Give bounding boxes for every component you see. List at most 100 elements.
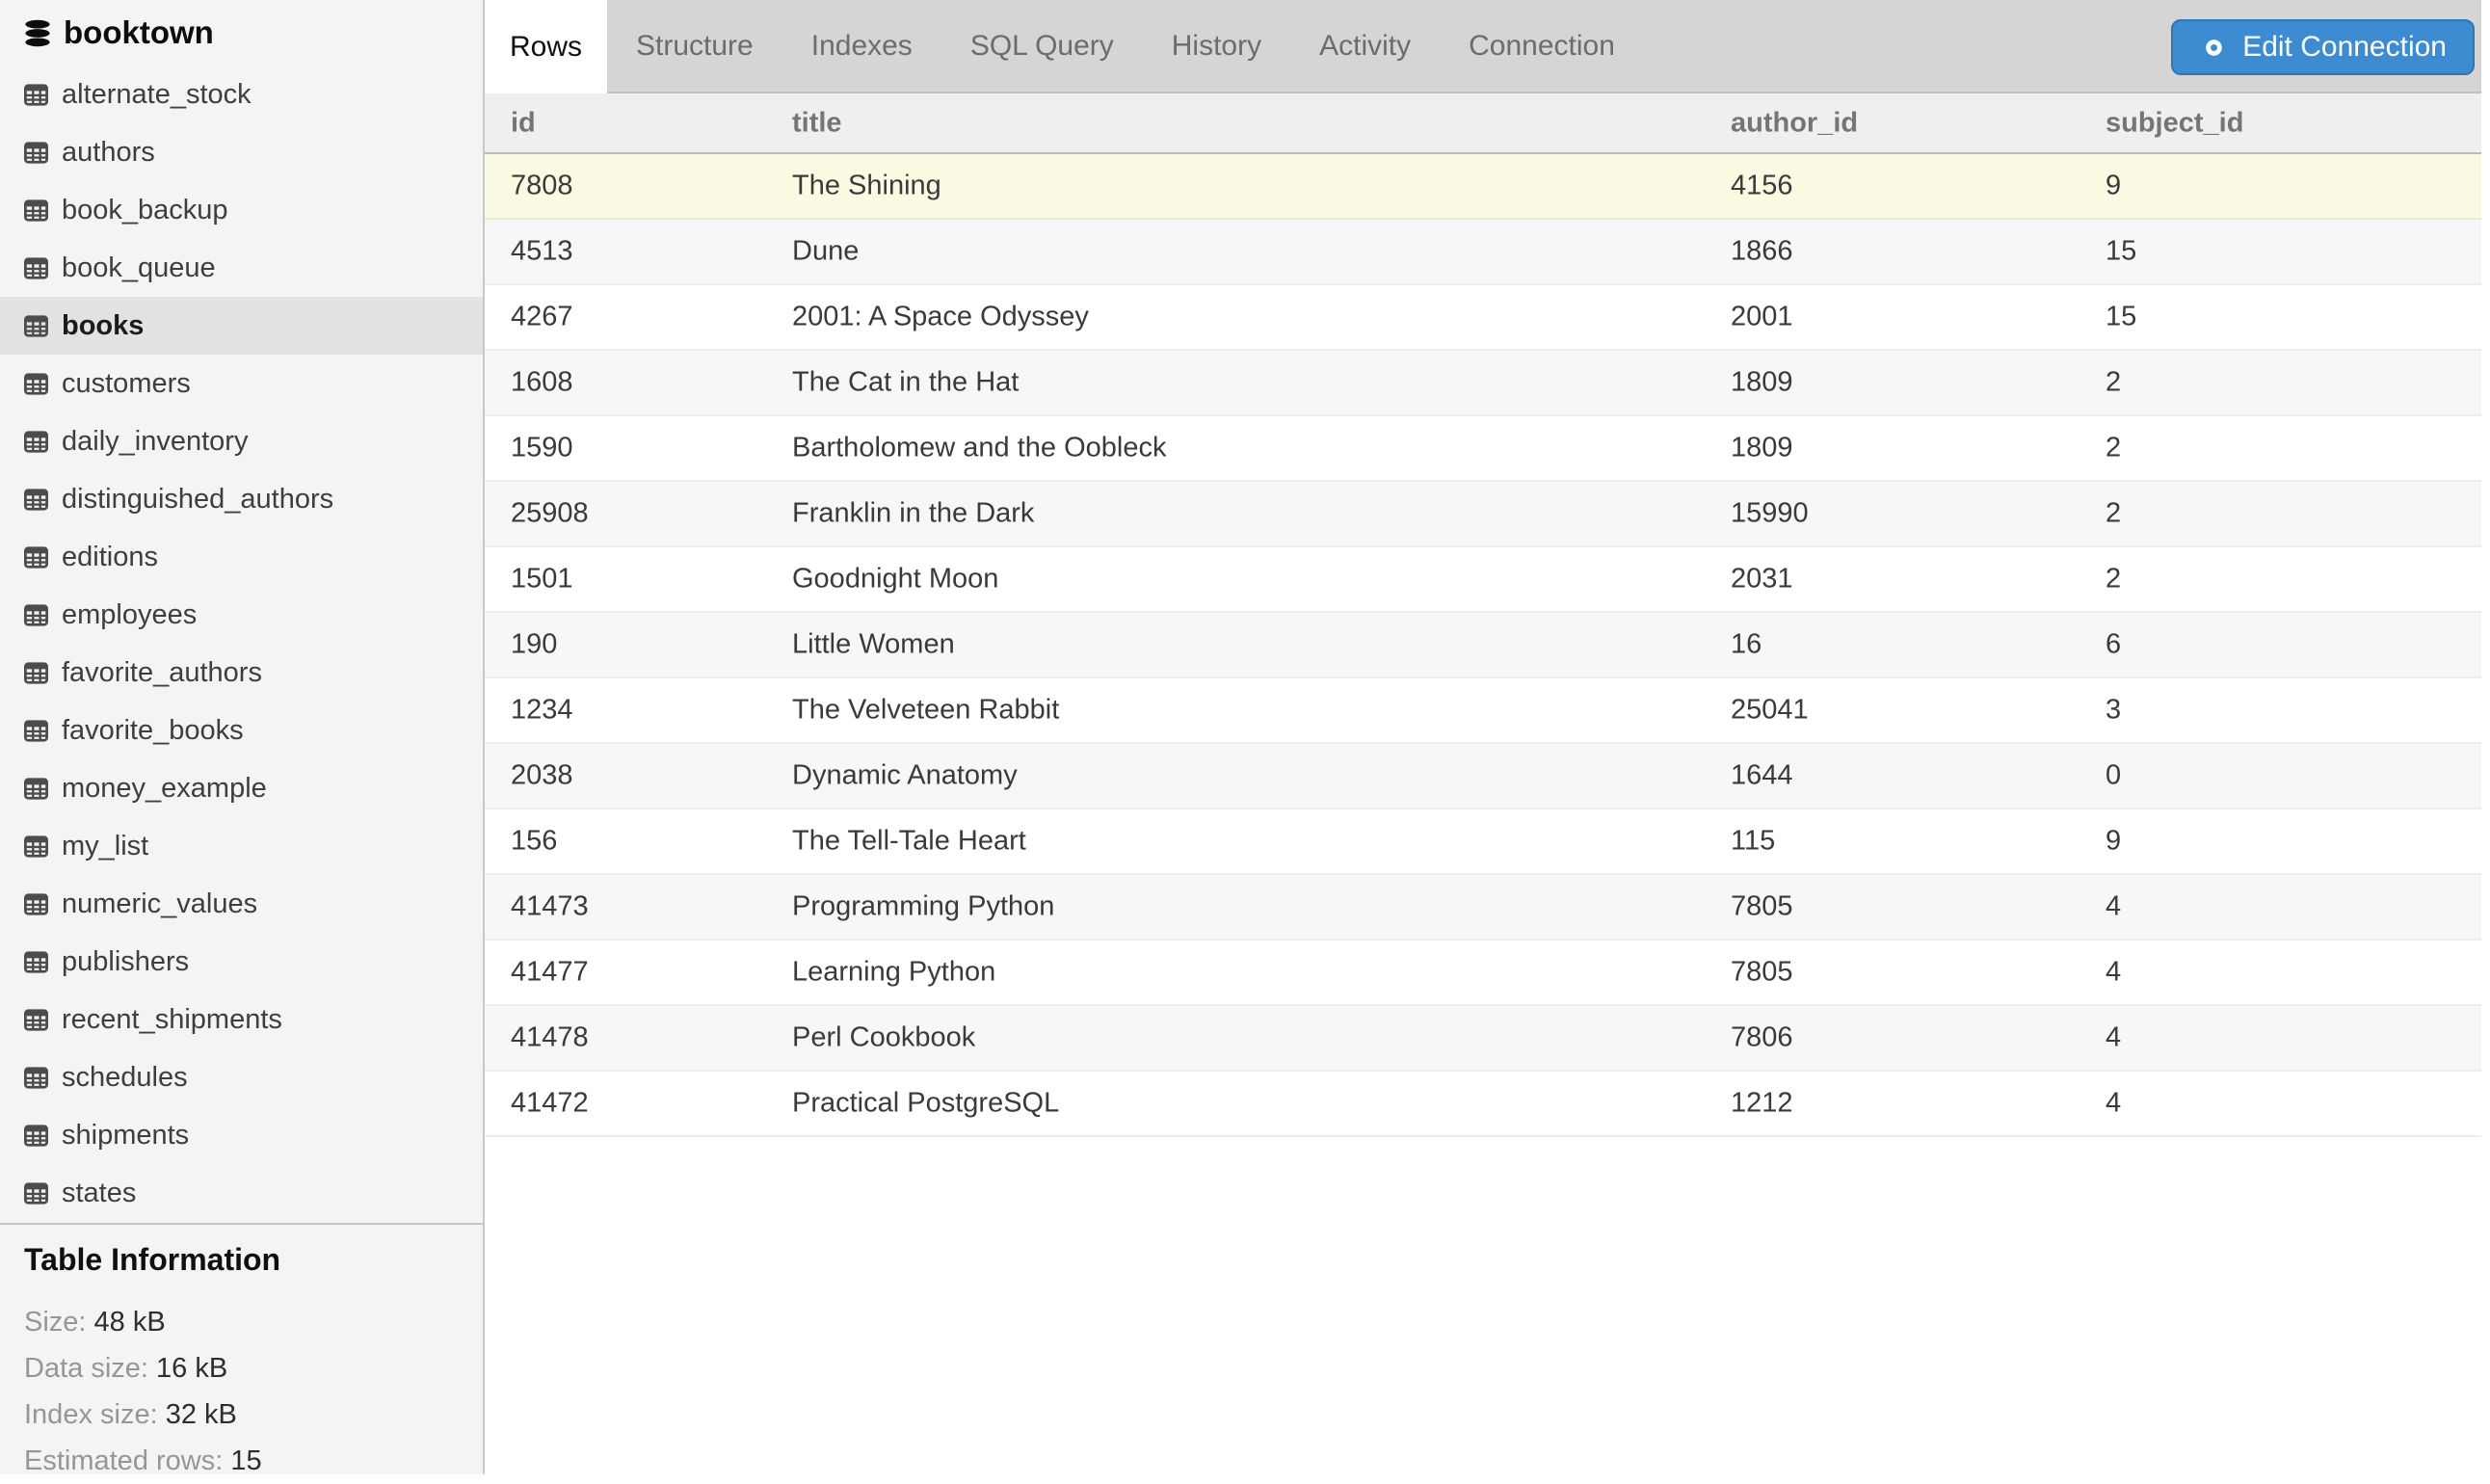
table-row[interactable]: 41473 Programming Python 7805 4 [485,875,2490,941]
cell-subject-id: 9 [2106,171,2121,202]
column-header-id[interactable]: id [511,107,536,139]
cell-author-id: 115 [1731,826,1775,858]
cell-title: Dynamic Anatomy [792,760,1018,792]
table-icon [24,1067,48,1089]
table-icon [24,1125,48,1147]
table-row[interactable]: 2038Dynamic Anatomy16440 [485,744,2490,809]
sidebar-item-authors[interactable]: authors [0,123,483,181]
table-row[interactable]: 4513Dune186615 [485,220,2490,285]
column-header-title[interactable]: title [792,107,842,139]
sidebar-item-money-example[interactable]: money_example [0,759,483,817]
sidebar-item-my-list[interactable]: my_list [0,817,483,875]
sidebar-item-books[interactable]: books [0,297,483,355]
sidebar-item-customers[interactable]: customers [0,355,483,412]
table-row[interactable]: 1590Bartholomew and the Oobleck18092 [485,416,2490,482]
cell-id: 7808 [511,171,573,202]
table-icon [24,489,48,511]
cell-author-id: 1212 [1731,1088,1793,1120]
sidebar-item-label: favorite_books [62,715,244,747]
tab-structure[interactable]: Structure [607,0,782,92]
table-row[interactable]: 7808 The Shining 4156 9 [485,154,2490,220]
table-icon [24,893,48,915]
cell-subject-id: 4 [2106,891,2121,923]
tab-activity[interactable]: Activity [1290,0,1440,92]
sidebar-item-distinguished-authors[interactable]: distinguished_authors [0,470,483,528]
cell-author-id: 7805 [1731,891,1793,923]
tab-indexes[interactable]: Indexes [782,0,941,92]
sidebar-item-publishers[interactable]: publishers [0,933,483,991]
database-name: booktown [64,14,214,51]
table-row[interactable]: 41477Learning Python78054 [485,941,2490,1006]
column-header-author-id[interactable]: author_id [1731,107,1858,139]
table-row[interactable]: 41478Perl Cookbook78064 [485,1006,2490,1072]
sidebar-item-label: distinguished_authors [62,484,333,516]
table-icon [24,778,48,800]
table-row[interactable]: 190Little Women166 [485,613,2490,678]
cell-id: 41473 [511,891,589,923]
sidebar-item-schedules[interactable]: schedules [0,1048,483,1106]
tab-sql-query[interactable]: SQL Query [941,0,1143,92]
tab-connection[interactable]: Connection [1440,0,1644,92]
table-icon [24,1182,48,1205]
table-icon [24,315,48,337]
sidebar-item-book-queue[interactable]: book_queue [0,239,483,297]
cell-id: 1590 [511,433,573,464]
cell-title: Programming Python [792,891,1054,923]
tab-bar: RowsStructureIndexesSQL QueryHistoryActi… [485,0,2490,93]
cell-title: Franklin in the Dark [792,498,1034,530]
sidebar-item-states[interactable]: states [0,1164,483,1222]
table-row[interactable]: 1501Goodnight Moon20312 [485,547,2490,613]
table-row[interactable]: 1608The Cat in the Hat18092 [485,351,2490,416]
sidebar-item-book-backup[interactable]: book_backup [0,181,483,239]
column-header-subject-id[interactable]: subject_id [2106,107,2243,139]
tables-list: alternate_stockauthorsbook_backup book_qu… [0,66,483,1222]
sidebar-item-label: my_list [62,831,148,862]
cell-author-id: 25041 [1731,695,1809,727]
table-row[interactable]: 41472Practical PostgreSQL12124 [485,1072,2490,1137]
table-icon [24,546,48,569]
table-row[interactable]: 156The Tell-Tale Heart1159 [485,809,2490,875]
gear-icon [2199,33,2229,63]
cell-id: 1234 [511,695,573,727]
table-icon [24,257,48,279]
table-row[interactable]: 1234The Velveteen Rabbit250413 [485,678,2490,744]
cell-author-id: 1644 [1731,760,1793,792]
cell-author-id: 1866 [1731,236,1793,268]
cell-author-id: 7806 [1731,1022,1793,1054]
cell-title: 2001: A Space Odyssey [792,302,1089,333]
edit-connection-button[interactable]: Edit Connection [2171,19,2475,75]
cell-id: 190 [511,629,557,661]
sidebar-item-label: money_example [62,773,267,805]
cell-title: The Shining [792,171,941,202]
cell-id: 1608 [511,367,573,399]
sidebar-item-favorite-books[interactable]: favorite_books [0,702,483,759]
sidebar-item-employees[interactable]: employees [0,586,483,644]
table-row[interactable]: 25908Franklin in the Dark159902 [485,482,2490,547]
sidebar-item-shipments[interactable]: shipments [0,1106,483,1164]
table-info-index-size: Index size: 32 kB [24,1391,483,1438]
sidebar-item-favorite-authors[interactable]: favorite_authors [0,644,483,702]
cell-id: 41478 [511,1022,589,1054]
tab-history[interactable]: History [1143,0,1290,92]
table-row[interactable]: 42672001: A Space Odyssey200115 [485,285,2490,351]
tab-rows[interactable]: Rows [485,0,607,93]
cell-subject-id: 4 [2106,1088,2121,1120]
sidebar-item-editions[interactable]: editions [0,528,483,586]
cell-subject-id: 6 [2106,629,2121,661]
sidebar-item-alternate-stock[interactable]: alternate_stock [0,66,483,123]
cell-author-id: 4156 [1731,171,1793,202]
sidebar-item-numeric-values[interactable]: numeric_values [0,875,483,933]
cell-author-id: 1809 [1731,367,1793,399]
info-label: Size: [24,1307,86,1338]
cell-subject-id: 4 [2106,957,2121,989]
cell-author-id: 16 [1731,629,1762,661]
sidebar-item-label: books [62,310,144,342]
cell-author-id: 15990 [1731,498,1809,530]
sidebar-item-daily-inventory[interactable]: daily_inventory [0,412,483,470]
info-label: Estimated rows: [24,1445,223,1476]
cell-author-id: 7805 [1731,957,1793,989]
info-value: 15 [230,1445,261,1476]
sidebar-item-recent-shipments[interactable]: recent_shipments [0,991,483,1048]
sidebar-item-label: book_queue [62,252,216,284]
table-information-rows: Size: 48 kBData size: 16 kBIndex size: 3… [24,1299,483,1484]
